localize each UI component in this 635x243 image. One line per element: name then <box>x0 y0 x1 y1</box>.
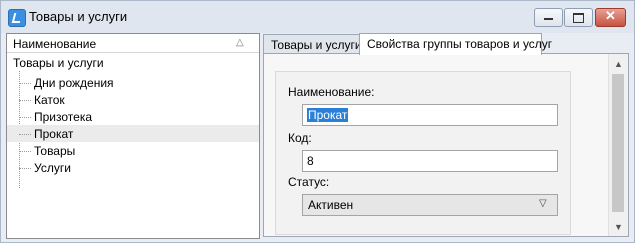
status-value: Активен <box>308 198 354 212</box>
tree-branch <box>19 134 31 135</box>
tree-root[interactable]: Товары и услуги <box>13 56 104 70</box>
tree-branch <box>19 83 31 84</box>
chevron-down-icon: ▽ <box>539 198 547 209</box>
main-window: Товары и услуги ✕ Наименование △ Товары … <box>0 0 635 243</box>
tree-panel[interactable]: Наименование △ Товары и услуги Дни рожде… <box>6 33 260 239</box>
window-title: Товары и услуги <box>29 9 128 24</box>
sort-up-icon: △ <box>236 37 244 48</box>
titlebar[interactable]: Товары и услуги ✕ <box>1 1 634 33</box>
tab-label: Товары и услуги <box>271 38 362 52</box>
tree-branch <box>19 117 31 118</box>
tree-item[interactable]: Призотека <box>7 108 259 125</box>
code-value: 8 <box>307 154 314 168</box>
scroll-down-icon[interactable]: ▼ <box>614 222 623 232</box>
column-header-label: Наименование <box>13 37 97 51</box>
status-label: Статус: <box>288 175 330 189</box>
properties-group: Наименование: Прокат Код: 8 Статус: Акти… <box>275 71 571 235</box>
name-label: Наименование: <box>288 85 375 99</box>
tree-item-label: Дни рождения <box>34 76 114 90</box>
code-field[interactable]: 8 <box>302 150 558 172</box>
tree-item-label: Каток <box>34 93 65 107</box>
minimize-icon <box>544 18 553 20</box>
close-button[interactable]: ✕ <box>595 8 626 27</box>
tree-branch <box>19 151 31 152</box>
tab-label: Свойства группы товаров и услуг <box>367 37 553 51</box>
tree-item-label: Услуги <box>34 161 71 175</box>
close-icon: ✕ <box>605 8 616 23</box>
minimize-button[interactable] <box>534 8 563 27</box>
tree-item-label: Прокат <box>34 127 74 141</box>
tree-item-label: Призотека <box>34 110 93 124</box>
scroll-up-icon[interactable]: ▲ <box>614 59 623 69</box>
tree-item-selected[interactable]: Прокат <box>7 125 259 142</box>
status-select[interactable]: Активен ▽ <box>302 194 558 216</box>
tree-item[interactable]: Каток <box>7 91 259 108</box>
code-label: Код: <box>288 131 312 145</box>
tree-item[interactable]: Товары <box>7 142 259 159</box>
tab-goods-services[interactable]: Товары и услуги <box>263 34 362 55</box>
tab-content: Наименование: Прокат Код: 8 Статус: Акти… <box>263 53 629 237</box>
properties-panel: Товары и услуги Свойства группы товаров … <box>263 33 629 237</box>
column-header-name[interactable]: Наименование △ <box>7 34 259 53</box>
scroll-thumb[interactable] <box>612 74 624 212</box>
maximize-button[interactable] <box>564 8 593 27</box>
app-icon <box>8 9 26 27</box>
tree-branch <box>19 100 31 101</box>
maximize-icon <box>573 13 584 23</box>
tree-item-label: Товары <box>34 144 76 158</box>
name-field[interactable]: Прокат <box>302 104 558 126</box>
tree-branch <box>19 168 31 169</box>
vertical-scrollbar[interactable]: ▲ ▼ <box>608 54 628 236</box>
tree-item[interactable]: Дни рождения <box>7 74 259 91</box>
name-value: Прокат <box>307 108 349 122</box>
tree-item[interactable]: Услуги <box>7 159 259 176</box>
tab-group-properties[interactable]: Свойства группы товаров и услуг <box>359 33 552 55</box>
